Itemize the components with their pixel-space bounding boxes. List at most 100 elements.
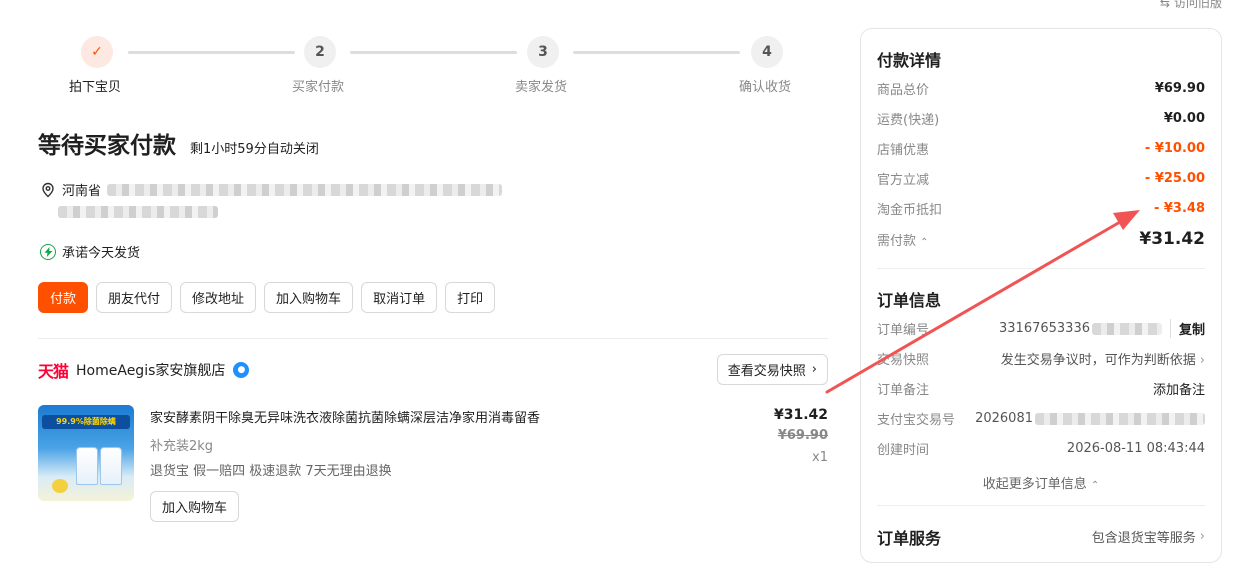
row-label: 运费(快递)	[877, 113, 940, 128]
chevron-up-icon: ⌃	[1090, 480, 1100, 491]
step-connector	[350, 51, 517, 54]
payment-row-official-discount: 官方立减 - ¥25.00	[877, 169, 1205, 188]
snapshot-link: 发生交易争议时，可作为判断依据 ›	[1001, 349, 1205, 368]
shipping-address: 河南省	[40, 180, 503, 199]
payment-row-subtotal: 商品总价 ¥69.90	[877, 79, 1205, 98]
created-time-row: 创建时间 2026-08-11 08:43:44	[877, 439, 1205, 458]
item-original-price: ¥69.90	[777, 428, 828, 443]
row-label: 订单编号	[877, 323, 930, 338]
shop-header: 天猫 HomeAegis家安旗舰店 ●	[38, 358, 250, 382]
copy-button[interactable]: 复制	[1169, 319, 1205, 338]
chevron-up-icon: ⌃	[920, 236, 929, 248]
friend-pay-button[interactable]: 朋友代付	[96, 282, 173, 313]
row-label: 商品总价	[877, 83, 930, 98]
payment-row-shop-discount: 店铺优惠 - ¥10.00	[877, 139, 1205, 158]
order-info-title: 订单信息	[877, 291, 942, 310]
step-4-label: 确认收货	[739, 80, 792, 95]
alipay-number-group: 2026081	[975, 411, 1205, 426]
countdown-text: 剩1小时59分自动关闭	[190, 142, 319, 157]
step-2-number: 2	[304, 36, 336, 68]
order-main: ✓ 2 3 4 拍下宝贝 买家付款 卖家发货 确认收货 等待买家付款 剩1小时5…	[38, 0, 828, 566]
row-value: - ¥10.00	[1144, 141, 1205, 156]
order-actions: 付款 朋友代付 修改地址 加入购物车 取消订单 打印	[38, 282, 496, 313]
payment-row-total[interactable]: 需付款 ⌃ ¥31.42	[877, 229, 1205, 249]
alipay-number-row: 支付宝交易号 2026081	[877, 409, 1205, 428]
row-label: 订单备注	[877, 383, 930, 398]
panel-divider	[877, 268, 1205, 269]
item-price: ¥31.42	[773, 407, 828, 423]
pay-button[interactable]: 付款	[38, 282, 89, 313]
address-redacted	[58, 206, 218, 218]
order-number-value: 33167653336	[999, 321, 1090, 336]
row-label: 交易快照	[877, 353, 930, 368]
shop-name[interactable]: HomeAegis家安旗舰店	[76, 360, 225, 380]
view-snapshot-button[interactable]: 查看交易快照 ›	[716, 354, 828, 385]
address-redacted	[107, 183, 503, 196]
order-service-title: 订单服务	[877, 529, 942, 548]
chevron-right-icon: ›	[811, 362, 817, 377]
total-value: ¥31.42	[1139, 229, 1205, 249]
row-label: 淘金币抵扣	[877, 203, 943, 218]
total-label-group: 需付款 ⌃	[877, 230, 929, 249]
step-connector	[573, 51, 740, 54]
row-value: - ¥25.00	[1144, 171, 1205, 186]
payment-row-shipping: 运费(快递) ¥0.00	[877, 109, 1205, 128]
section-divider	[38, 338, 828, 339]
product-title[interactable]: 家安酵素阴干除臭无异味洗衣液除菌抗菌除螨深层洁净家用消毒留香	[150, 407, 540, 426]
order-number-group: 33167653336 复制	[999, 319, 1205, 338]
print-button[interactable]: 打印	[445, 282, 496, 313]
product-image-banner: 99.9%除菌除螨	[42, 415, 130, 429]
lightning-icon	[40, 243, 56, 260]
row-label: 支付宝交易号	[877, 413, 956, 428]
step-2-label: 买家付款	[292, 80, 345, 95]
order-status: 等待买家付款 剩1小时59分自动关闭	[38, 126, 319, 160]
row-label: 店铺优惠	[877, 143, 930, 158]
lemon-graphic	[52, 479, 68, 493]
order-item: 99.9%除菌除螨 家安酵素阴干除臭无异味洗衣液除菌抗菌除螨深层洁净家用消毒留香…	[38, 405, 828, 525]
row-value: - ¥3.48	[1153, 201, 1205, 216]
snapshot-hint: 发生交易争议时，可作为判断依据	[1000, 353, 1196, 368]
step-4-number: 4	[751, 36, 783, 68]
promise-text: 承诺今天发货	[62, 246, 141, 261]
item-add-to-cart-button[interactable]: 加入购物车	[150, 491, 240, 522]
old-version-link[interactable]: ⇆ 访问旧版	[1160, 0, 1222, 11]
tmall-logo: 天猫	[38, 362, 69, 381]
status-title: 等待买家付款	[38, 133, 176, 159]
step-1-label: 拍下宝贝	[69, 80, 122, 95]
alipay-number-value: 2026081	[975, 411, 1033, 426]
chevron-right-icon: ›	[1199, 529, 1205, 544]
product-image[interactable]: 99.9%除菌除螨	[38, 405, 134, 501]
total-label: 需付款	[877, 233, 917, 249]
order-service-link[interactable]: 包含退货宝等服务 ›	[1092, 527, 1205, 546]
product-service-tags: 退货宝 假一赔四 极速退款 7天无理由退换	[150, 464, 392, 479]
add-note-button[interactable]: 添加备注	[1153, 379, 1205, 398]
order-service-value: 包含退货宝等服务	[1091, 531, 1196, 546]
order-number-redacted	[1091, 322, 1162, 335]
step-3-number: 3	[527, 36, 559, 68]
order-progress: ✓ 2 3 4 拍下宝贝 买家付款 卖家发货 确认收货	[38, 36, 828, 96]
collapse-order-info-link[interactable]: 收起更多订单信息 ⌃	[861, 473, 1221, 492]
step-3-label: 卖家发货	[515, 80, 568, 95]
add-to-cart-button[interactable]: 加入购物车	[264, 282, 354, 313]
product-pack-graphic	[76, 447, 98, 485]
collapse-label: 收起更多订单信息	[982, 477, 1087, 492]
address-province: 河南省	[62, 184, 102, 199]
snapshot-row[interactable]: 交易快照 发生交易争议时，可作为判断依据 ›	[877, 349, 1205, 368]
step-connector	[128, 51, 295, 54]
order-number-row: 订单编号 33167653336 复制	[877, 319, 1205, 338]
product-spec: 补充装2kg	[150, 439, 214, 454]
view-snapshot-label: 查看交易快照	[727, 364, 806, 379]
chat-icon[interactable]: ●	[233, 362, 250, 378]
item-quantity: x1	[812, 450, 828, 465]
address-line-2	[58, 206, 218, 222]
edit-address-button[interactable]: 修改地址	[180, 282, 257, 313]
chevron-right-icon: ›	[1199, 353, 1205, 368]
order-note-row: 订单备注 添加备注	[877, 379, 1205, 398]
product-pack-graphic	[100, 447, 122, 485]
old-version-label: 访问旧版	[1173, 0, 1222, 10]
row-value: ¥69.90	[1154, 81, 1205, 96]
shipping-promise: 承诺今天发货	[40, 242, 140, 261]
payment-details-title: 付款详情	[877, 51, 942, 70]
switch-icon: ⇆	[1159, 0, 1170, 10]
cancel-order-button[interactable]: 取消订单	[361, 282, 438, 313]
